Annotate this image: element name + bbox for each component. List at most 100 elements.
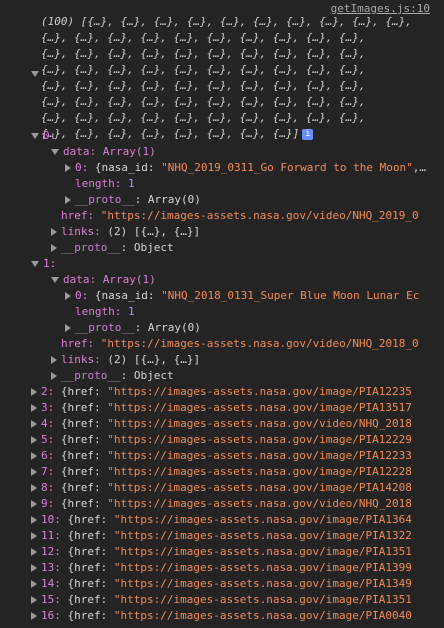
array-proto-row[interactable]: __proto__: Array(0) <box>0 192 444 208</box>
href-value: "https://images-assets.nasa.gov/image/PI… <box>107 449 412 462</box>
collapse-arrow-icon[interactable] <box>31 468 37 476</box>
href-key: href: <box>61 337 95 350</box>
collapse-arrow-icon[interactable] <box>65 196 71 204</box>
length-label: length: <box>75 305 122 318</box>
collapse-arrow-icon[interactable] <box>31 532 37 540</box>
expand-arrow-icon[interactable] <box>31 133 39 139</box>
data-item[interactable]: 0: {nasa_id: "NHQ_2019_0311_Go Forward t… <box>0 160 444 176</box>
item-index: 9: <box>41 497 55 510</box>
tree-item-0[interactable]: 0: <box>0 128 444 144</box>
item-index: 14: <box>41 577 61 590</box>
collapse-arrow-icon[interactable] <box>31 580 37 588</box>
tree-item-1[interactable]: 1: <box>0 256 444 272</box>
href-key: {href: <box>60 385 101 398</box>
item-index: 3: <box>41 401 55 414</box>
tree-item-collapsed[interactable]: 11: {href: "https://images-assets.nasa.g… <box>0 528 444 544</box>
item-index: 16: <box>41 609 61 622</box>
href-key: {href: <box>67 545 108 558</box>
item-index: 0: <box>43 129 57 142</box>
item-index: 2: <box>41 385 55 398</box>
tree-item-collapsed[interactable]: 7: {href: "https://images-assets.nasa.go… <box>0 464 444 480</box>
collapse-arrow-icon[interactable] <box>51 244 57 252</box>
href-value: "https://images-assets.nasa.gov/video/NH… <box>107 497 412 510</box>
tree-item-collapsed[interactable]: 14: {href: "https://images-assets.nasa.g… <box>0 576 444 592</box>
summary-objects: [{…}, {…}, {…}, {…}, {…}, {…}, {…}, {…},… <box>80 15 412 28</box>
expand-arrow-icon[interactable] <box>51 277 59 283</box>
collapse-arrow-icon[interactable] <box>31 420 37 428</box>
collapse-arrow-icon[interactable] <box>65 292 71 300</box>
tree-item-collapsed[interactable]: 9: {href: "https://images-assets.nasa.go… <box>0 496 444 512</box>
collapse-arrow-icon[interactable] <box>31 500 37 508</box>
length-row: length: 1 <box>0 304 444 320</box>
href-key: {href: <box>60 417 101 430</box>
links-row[interactable]: links: (2) [{…}, {…}] <box>0 224 444 240</box>
proto-value: : Object <box>120 369 174 382</box>
data-node[interactable]: data: Array(1) <box>0 272 444 288</box>
tree-item-collapsed[interactable]: 2: {href: "https://images-assets.nasa.go… <box>0 384 444 400</box>
tree-item-collapsed[interactable]: 16: {href: "https://images-assets.nasa.g… <box>0 608 444 624</box>
expand-arrow-icon[interactable] <box>31 261 39 267</box>
data-item-key: {nasa_id: <box>94 161 155 174</box>
tree-item-collapsed[interactable]: 8: {href: "https://images-assets.nasa.go… <box>0 480 444 496</box>
href-value: "https://images-assets.nasa.gov/image/PI… <box>113 609 412 622</box>
collapse-arrow-icon[interactable] <box>31 612 37 620</box>
data-item-index: 0: <box>75 289 89 302</box>
href-key: {href: <box>60 449 101 462</box>
collapse-arrow-icon[interactable] <box>51 228 57 236</box>
data-node[interactable]: data: Array(1) <box>0 144 444 160</box>
collapse-arrow-icon[interactable] <box>31 596 37 604</box>
summary-line: {…}, {…}, {…}, {…}, {…}, {…}, {…}, {…}, … <box>41 95 366 108</box>
href-key: {href: <box>60 481 101 494</box>
summary-line: {…}, {…}, {…}, {…}, {…}, {…}, {…}, {…}, … <box>41 79 366 92</box>
item-index: 6: <box>41 449 55 462</box>
collapse-arrow-icon[interactable] <box>31 436 37 444</box>
item-index: 1: <box>43 257 57 270</box>
links-row[interactable]: links: (2) [{…}, {…}] <box>0 352 444 368</box>
href-value: "https://images-assets.nasa.gov/image/PI… <box>113 529 412 542</box>
item-index: 10: <box>41 513 61 526</box>
tree-item-collapsed[interactable]: 4: {href: "https://images-assets.nasa.go… <box>0 416 444 432</box>
href-value: "https://images-assets.nasa.gov/video/NH… <box>100 209 419 222</box>
length-label: length: <box>75 177 122 190</box>
tree-item-collapsed[interactable]: 12: {href: "https://images-assets.nasa.g… <box>0 544 444 560</box>
href-value: "https://images-assets.nasa.gov/image/PI… <box>113 577 412 590</box>
array-summary[interactable]: (100) [{…}, {…}, {…}, {…}, {…}, {…}, {…}… <box>0 14 444 142</box>
tree-item-collapsed[interactable]: 3: {href: "https://images-assets.nasa.go… <box>0 400 444 416</box>
collapse-arrow-icon[interactable] <box>65 324 71 332</box>
href-key: {href: <box>67 561 108 574</box>
array-proto-row[interactable]: __proto__: Array(0) <box>0 320 444 336</box>
object-proto-row[interactable]: __proto__: Object <box>0 240 444 256</box>
collapse-arrow-icon[interactable] <box>31 404 37 412</box>
length-value: 1 <box>127 177 135 190</box>
href-key: {href: <box>67 529 108 542</box>
href-key: {href: <box>60 497 101 510</box>
collapse-arrow-icon[interactable] <box>31 564 37 572</box>
collapse-arrow-icon[interactable] <box>31 484 37 492</box>
href-value: "https://images-assets.nasa.gov/image/PI… <box>113 545 412 558</box>
data-label: data: Array(1) <box>63 273 156 286</box>
collapse-arrow-icon[interactable] <box>31 452 37 460</box>
array-count: (100) <box>41 15 75 28</box>
proto-value: : Object <box>120 241 174 254</box>
tree-item-collapsed[interactable]: 10: {href: "https://images-assets.nasa.g… <box>0 512 444 528</box>
collapse-arrow-icon[interactable] <box>65 164 71 172</box>
tree-item-collapsed[interactable]: 5: {href: "https://images-assets.nasa.go… <box>0 432 444 448</box>
tree-item-collapsed[interactable]: 15: {href: "https://images-assets.nasa.g… <box>0 592 444 608</box>
tree-item-collapsed[interactable]: 13: {href: "https://images-assets.nasa.g… <box>0 560 444 576</box>
links-value: (2) [{…}, {…}] <box>107 353 201 366</box>
collapse-arrow-icon[interactable] <box>51 356 57 364</box>
href-key: {href: <box>67 513 108 526</box>
collapse-arrow-icon[interactable] <box>31 516 37 524</box>
href-key: href: <box>61 209 95 222</box>
href-key: {href: <box>60 433 101 446</box>
data-item[interactable]: 0: {nasa_id: "NHQ_2018_0131_Super Blue M… <box>0 288 444 304</box>
collapse-arrow-icon[interactable] <box>31 388 37 396</box>
collapse-arrow-icon[interactable] <box>51 372 57 380</box>
object-proto-row[interactable]: __proto__: Object <box>0 368 444 384</box>
tree-item-collapsed[interactable]: 6: {href: "https://images-assets.nasa.go… <box>0 448 444 464</box>
href-value: "https://images-assets.nasa.gov/image/PI… <box>107 433 412 446</box>
href-value: "https://images-assets.nasa.gov/image/PI… <box>113 593 412 606</box>
collapse-arrow-icon[interactable] <box>31 548 37 556</box>
expand-arrow-icon[interactable] <box>51 149 59 155</box>
href-value: "https://images-assets.nasa.gov/image/PI… <box>113 513 412 526</box>
